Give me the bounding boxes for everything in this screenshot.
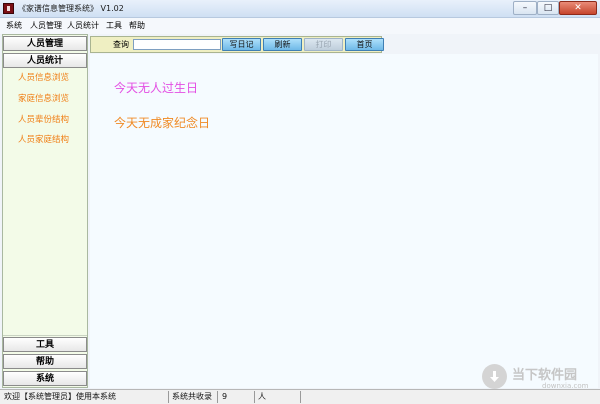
watermark-text: 当下软件园: [512, 368, 578, 383]
status-total-label: 系统共收录: [172, 392, 212, 401]
print-button[interactable]: 打印: [304, 38, 343, 51]
menu-tools[interactable]: 工具: [106, 18, 122, 34]
title-bar: 《家谱信息管理系统》 V1.02 – □ ✕: [0, 0, 600, 18]
status-welcome: 欢迎【系统管理员】使用本系统: [4, 392, 116, 401]
menu-help[interactable]: 帮助: [129, 18, 145, 34]
nav-section-person-statistics[interactable]: 人员统计: [3, 53, 87, 68]
query-label: 查询: [113, 40, 129, 49]
nav-section-help[interactable]: 帮助: [3, 354, 87, 369]
nav-section-system[interactable]: 系统: [3, 371, 87, 386]
status-bar: 欢迎【系统管理员】使用本系统 系统共收录 9 人: [0, 389, 600, 404]
sidebar: 人员管理 人员统计 人员信息浏览 家庭信息浏览 人员辈份结构 人员家庭结构 工具…: [2, 34, 88, 388]
sidebar-link-family-structure[interactable]: 人员家庭结构: [18, 134, 69, 146]
menu-person-management[interactable]: 人员管理: [30, 18, 62, 34]
status-unit: 人: [258, 392, 266, 401]
status-divider: [217, 391, 218, 403]
toolbar: 查询 写日记 刷新 打印 首页: [90, 36, 384, 53]
birthday-message: 今天无人过生日: [114, 81, 199, 95]
search-input[interactable]: [133, 39, 221, 50]
window-title: 《家谱信息管理系统》 V1.02: [18, 4, 124, 13]
refresh-button[interactable]: 刷新: [263, 38, 302, 51]
home-button[interactable]: 首页: [345, 38, 384, 51]
status-divider: [254, 391, 255, 403]
minimize-button[interactable]: –: [513, 1, 537, 15]
nav-section-person-management[interactable]: 人员管理: [3, 36, 87, 51]
anniversary-message: 今天无成家纪念日: [114, 116, 211, 130]
close-button[interactable]: ✕: [559, 1, 597, 15]
nav-section-tools[interactable]: 工具: [3, 337, 87, 352]
download-arrow-icon: [482, 364, 507, 389]
write-diary-button[interactable]: 写日记: [222, 38, 261, 51]
status-divider: [300, 391, 301, 403]
sidebar-link-generation-structure[interactable]: 人员辈份结构: [18, 114, 69, 126]
sidebar-link-person-info[interactable]: 人员信息浏览: [18, 72, 69, 84]
status-divider: [168, 391, 169, 403]
main-panel: 今天无人过生日 今天无成家纪念日: [90, 54, 598, 388]
menu-bar: 系统 人员管理 人员统计 工具 帮助: [0, 18, 600, 34]
sidebar-link-family-info[interactable]: 家庭信息浏览: [18, 93, 69, 105]
status-count: 9: [222, 392, 228, 401]
menu-person-statistics[interactable]: 人员统计: [67, 18, 99, 34]
sidebar-divider: [3, 335, 87, 336]
app-icon: [3, 3, 14, 14]
maximize-button[interactable]: □: [537, 1, 559, 15]
menu-system[interactable]: 系统: [6, 18, 22, 34]
